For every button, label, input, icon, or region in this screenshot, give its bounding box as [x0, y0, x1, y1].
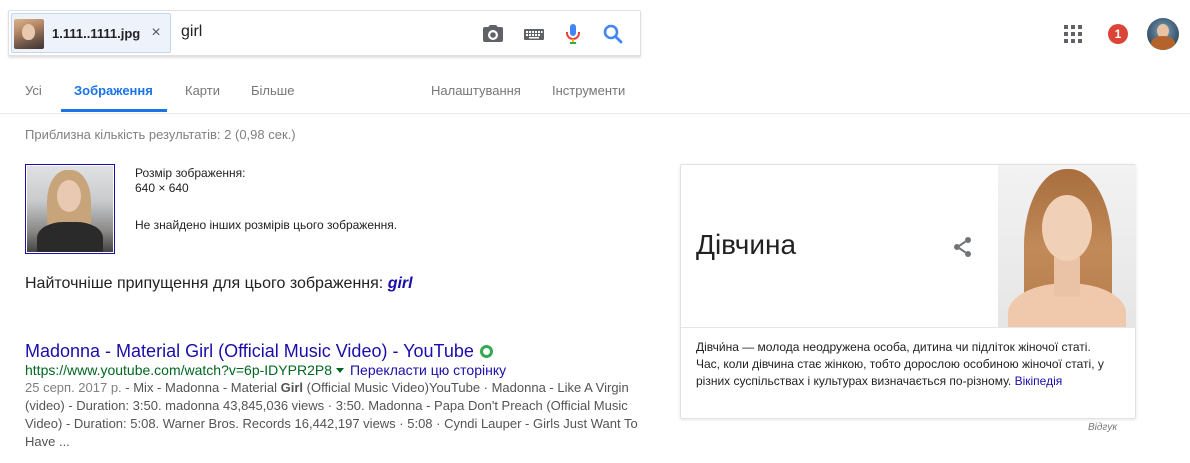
query-image-body [37, 222, 103, 252]
query-image-thumbnail[interactable] [25, 164, 115, 254]
search-icon[interactable] [601, 22, 625, 46]
result-title[interactable]: Madonna - Material Girl (Official Music … [25, 341, 474, 361]
tabs-bar: Усі Зображення Карти Більше Налаштування… [0, 66, 1190, 114]
search-box[interactable]: 1.111..1111.jpg × girl [8, 10, 641, 56]
active-tab-indicator [61, 109, 167, 112]
close-icon[interactable]: × [148, 24, 164, 42]
avatar[interactable] [1147, 18, 1179, 50]
knowledge-panel: Дівчина Дівчи́на — молода неодружена осо… [680, 164, 1136, 419]
kp-neck [1054, 257, 1080, 297]
best-guess-link[interactable]: girl [388, 275, 413, 292]
result-url-line: https://www.youtube.com/watch?v=6p-IDYPR… [25, 362, 506, 378]
search-input[interactable]: girl [181, 23, 202, 41]
result-snippet: 25 серп. 2017 р. - Mix - Madonna - Mater… [25, 379, 647, 451]
translate-page-link[interactable]: Перекласти цю сторінку [350, 362, 506, 378]
result-snippet-part-a: - Mix - Madonna - Material [121, 380, 281, 395]
divider [681, 327, 1135, 328]
result-date: 25 серп. 2017 р. [25, 380, 122, 395]
result-stats: Приблизна кількість результатів: 2 (0,98… [25, 127, 296, 142]
image-size-value: 640 × 640 [135, 181, 189, 195]
result-snippet-highlight: Girl [280, 380, 304, 395]
image-chip-filename: 1.111..1111.jpg [52, 26, 141, 41]
apps-grid-icon[interactable] [1063, 24, 1083, 44]
result-url: https://www.youtube.com/watch?v=6p-IDYPR… [25, 362, 332, 378]
tab-settings[interactable]: Налаштування [431, 83, 521, 98]
microphone-icon[interactable] [561, 22, 585, 46]
chevron-down-icon[interactable] [335, 367, 344, 373]
best-guess: Найточніше припущення для цього зображен… [25, 275, 413, 293]
tab-more[interactable]: Більше [251, 83, 294, 98]
tab-images[interactable]: Зображення [74, 83, 153, 98]
knowledge-panel-image[interactable] [998, 165, 1136, 327]
tab-all[interactable]: Усі [25, 83, 42, 98]
tab-tools[interactable]: Інструменти [552, 83, 625, 98]
wikipedia-link[interactable]: Вікіпедія [1015, 374, 1063, 388]
query-image [27, 166, 113, 252]
no-other-sizes-text: Не знайдено інших розмірів цього зображе… [135, 218, 398, 232]
knowledge-panel-description: Дівчи́на — молода неодружена особа, дити… [696, 339, 1116, 390]
camera-icon[interactable] [481, 22, 505, 46]
best-guess-label: Найточніше припущення для цього зображен… [25, 275, 384, 292]
query-image-face [57, 180, 81, 212]
share-icon[interactable] [951, 235, 975, 259]
image-chip-thumbnail [14, 19, 44, 49]
image-size-label: Розмір зображення: [135, 166, 246, 180]
knowledge-panel-title: Дівчина [696, 229, 797, 260]
image-chip[interactable]: 1.111..1111.jpg × [11, 13, 171, 53]
feedback-link[interactable]: Відгук [1088, 422, 1117, 433]
kp-face [1042, 195, 1092, 261]
notifications-badge[interactable]: 1 [1108, 24, 1128, 44]
amp-icon [479, 345, 493, 358]
result-title-link[interactable]: Madonna - Material Girl (Official Music … [25, 341, 493, 362]
tab-maps[interactable]: Карти [185, 83, 220, 98]
keyboard-icon[interactable] [522, 22, 546, 46]
